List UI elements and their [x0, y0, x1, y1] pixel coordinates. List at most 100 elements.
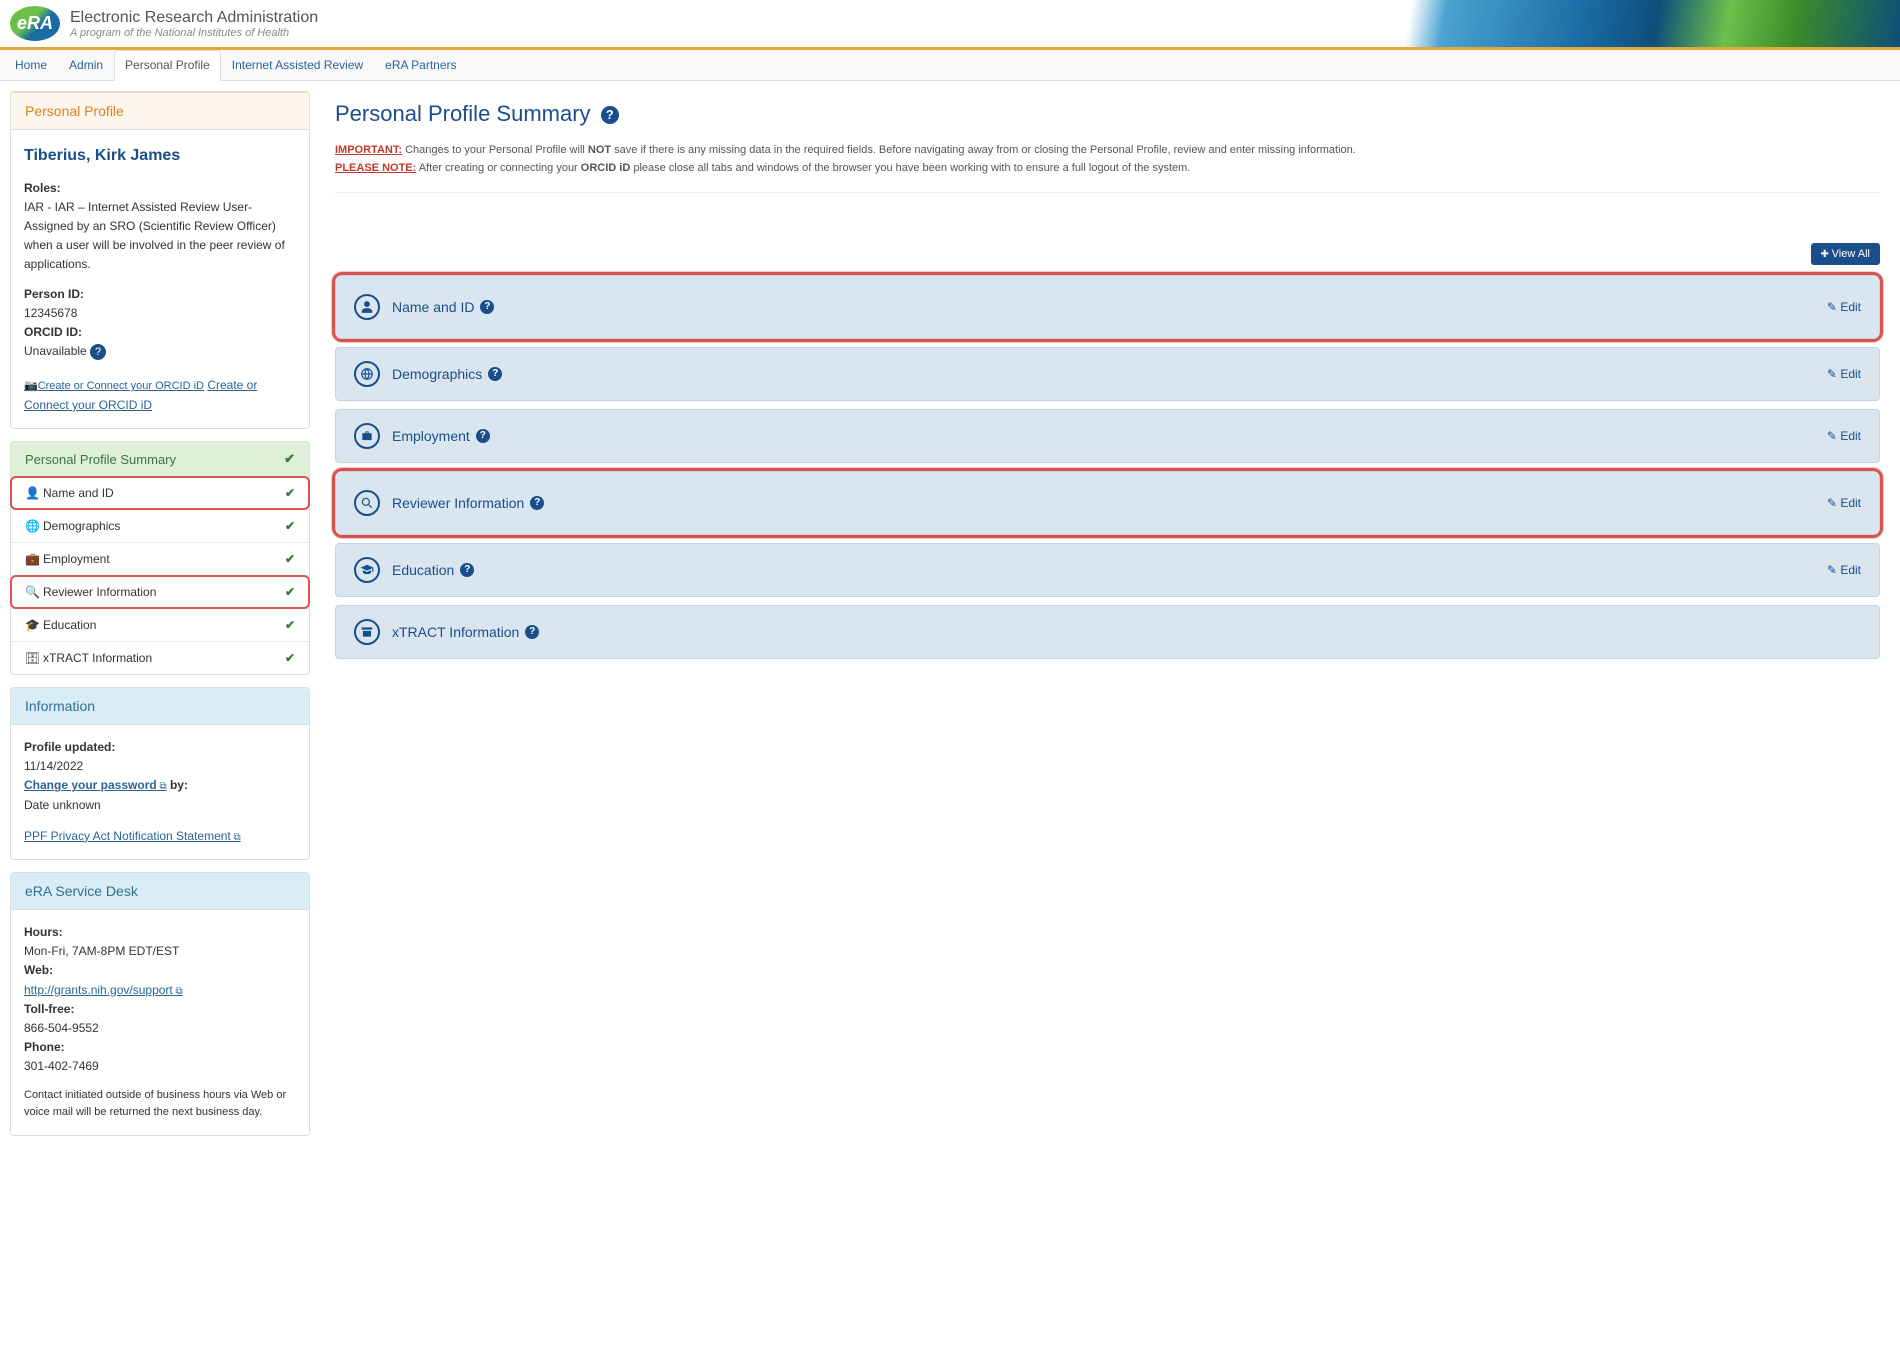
change-password-link[interactable]: Change your password: [24, 778, 167, 792]
important-label: IMPORTANT:: [335, 144, 402, 156]
separator: [335, 192, 1880, 193]
card-demographics[interactable]: Demographics ? Edit: [335, 347, 1880, 401]
help-icon[interactable]: ?: [480, 300, 494, 314]
sidebar-item-employment[interactable]: 💼Employment ✔: [11, 542, 309, 575]
globe-icon: [354, 361, 380, 387]
help-icon[interactable]: ?: [488, 367, 502, 381]
please-note-label: PLEASE NOTE:: [335, 162, 416, 174]
card-education[interactable]: Education ? Edit: [335, 543, 1880, 597]
web-link[interactable]: http://grants.nih.gov/support: [24, 983, 183, 997]
roles-text: IAR - IAR – Internet Assisted Review Use…: [24, 198, 296, 275]
sidebar-item-education[interactable]: 🎓 Education ✔: [11, 608, 309, 641]
card-title: Demographics: [392, 366, 482, 382]
sidebar-item-xtract[interactable]: 🗄xTRACT Information ✔: [11, 641, 309, 674]
page-title-text: Personal Profile Summary: [335, 101, 591, 126]
sidebar-item-demographics[interactable]: 🌐 Demographics ✔: [11, 509, 309, 542]
user-name: Tiberius, Kirk James: [24, 143, 296, 169]
app-header: eRA Electronic Research Administration A…: [0, 0, 1900, 50]
change-password-date: Date unknown: [24, 796, 296, 815]
orcid-connect-image-link[interactable]: 📷Create or Connect your ORCID iD: [24, 380, 204, 392]
main-nav: Home Admin Personal Profile Internet Ass…: [0, 50, 1900, 81]
page-title: Personal Profile Summary ?: [335, 101, 1880, 127]
check-icon: ✔: [285, 651, 295, 665]
panel-information: Information Profile updated: 11/14/2022 …: [10, 687, 310, 860]
sidebar-item-label: Demographics: [43, 519, 120, 533]
user-icon: [354, 294, 380, 320]
person-id-label: Person ID:: [24, 287, 84, 301]
main-content: Personal Profile Summary ? IMPORTANT: Ch…: [335, 91, 1890, 1148]
card-title: Education: [392, 562, 454, 578]
panel-personal-profile-heading: Personal Profile: [11, 92, 309, 130]
edit-button[interactable]: Edit: [1827, 367, 1861, 381]
card-employment[interactable]: Employment ? Edit: [335, 409, 1880, 463]
sidebar-item-label: Name and ID: [43, 486, 114, 500]
important-text-1: Changes to your Personal Profile will: [402, 144, 588, 156]
sidebar-item-label: xTRACT Information: [43, 651, 152, 665]
please-note-2: please close all tabs and windows of the…: [630, 162, 1190, 174]
sidebar: Personal Profile Tiberius, Kirk James Ro…: [10, 91, 310, 1148]
tab-partners[interactable]: eRA Partners: [374, 50, 467, 80]
grad-cap-icon: [354, 557, 380, 583]
tollfree-label: Toll-free:: [24, 1002, 74, 1016]
important-not: NOT: [588, 144, 611, 156]
user-icon: 👤: [25, 486, 39, 500]
please-note-orcid: ORCID iD: [581, 162, 631, 174]
search-icon: [354, 490, 380, 516]
panel-service-desk-heading: eRA Service Desk: [11, 873, 309, 910]
globe-icon: 🌐: [25, 519, 39, 533]
sidebar-item-reviewer[interactable]: 🔍 Reviewer Information ✔: [11, 575, 309, 608]
archive-icon: [354, 619, 380, 645]
check-icon: ✔: [285, 486, 295, 500]
please-note-1: After creating or connecting your: [416, 162, 580, 174]
header-decoration: [1200, 0, 1900, 47]
help-icon[interactable]: ?: [601, 106, 619, 124]
hours-value: Mon-Fri, 7AM-8PM EDT/EST: [24, 942, 296, 961]
roles-label: Roles:: [24, 181, 61, 195]
edit-button[interactable]: Edit: [1827, 300, 1861, 314]
view-all-button[interactable]: View All: [1811, 243, 1881, 265]
contact-note: Contact initiated outside of business ho…: [24, 1087, 296, 1122]
sidebar-summary-list: 👤 Name and ID ✔ 🌐 Demographics ✔ 💼Employme…: [10, 477, 310, 675]
sidebar-summary-header[interactable]: Personal Profile Summary ✔: [10, 441, 310, 477]
briefcase-icon: [354, 423, 380, 449]
tab-admin[interactable]: Admin: [58, 50, 114, 80]
briefcase-icon: 💼: [25, 552, 39, 566]
check-icon: ✔: [285, 585, 295, 599]
card-reviewer[interactable]: Reviewer Information ? Edit: [335, 471, 1880, 535]
card-name-id[interactable]: Name and ID ? Edit: [335, 275, 1880, 339]
web-label: Web:: [24, 963, 53, 977]
help-icon[interactable]: ?: [530, 496, 544, 510]
help-icon[interactable]: ?: [460, 563, 474, 577]
panel-personal-profile: Personal Profile Tiberius, Kirk James Ro…: [10, 91, 310, 429]
header-text: Electronic Research Administration A pro…: [70, 9, 318, 39]
edit-button[interactable]: Edit: [1827, 429, 1861, 443]
help-icon[interactable]: ?: [525, 625, 539, 639]
ppf-privacy-link[interactable]: PPF Privacy Act Notification Statement: [24, 829, 241, 843]
search-icon: 🔍: [25, 585, 39, 599]
panel-information-heading: Information: [11, 688, 309, 725]
edit-button[interactable]: Edit: [1827, 563, 1861, 577]
card-xtract[interactable]: xTRACT Information ?: [335, 605, 1880, 659]
card-title: Name and ID: [392, 299, 474, 315]
app-subtitle: A program of the National Institutes of …: [70, 27, 318, 39]
check-icon: ✔: [285, 552, 295, 566]
era-logo: eRA: [10, 6, 60, 41]
grad-cap-icon: 🎓: [25, 618, 39, 632]
orcid-help-icon[interactable]: ?: [90, 344, 106, 360]
sidebar-item-label: Reviewer Information: [43, 585, 156, 599]
check-icon: ✔: [285, 618, 295, 632]
tab-iar[interactable]: Internet Assisted Review: [221, 50, 374, 80]
tollfree-value: 866-504-9552: [24, 1019, 296, 1038]
check-icon: ✔: [285, 519, 295, 533]
edit-button[interactable]: Edit: [1827, 496, 1861, 510]
sidebar-item-name-id[interactable]: 👤 Name and ID ✔: [11, 477, 309, 509]
help-icon[interactable]: ?: [476, 429, 490, 443]
sidebar-item-label: Education: [43, 618, 96, 632]
change-password-by: by:: [167, 778, 188, 792]
phone-label: Phone:: [24, 1040, 65, 1054]
tab-home[interactable]: Home: [4, 50, 58, 80]
profile-updated-label: Profile updated:: [24, 740, 115, 754]
hours-label: Hours:: [24, 925, 63, 939]
tab-personal-profile[interactable]: Personal Profile: [114, 50, 221, 81]
phone-value: 301-402-7469: [24, 1057, 296, 1076]
